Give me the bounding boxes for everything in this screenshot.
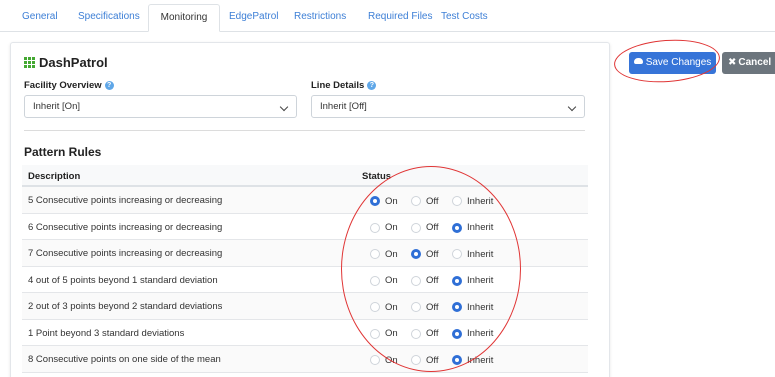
- annotation-circle-save: [612, 36, 722, 86]
- tab-general[interactable]: General: [22, 4, 58, 32]
- tab-edgepatrol[interactable]: EdgePatrol: [229, 4, 278, 32]
- rule-description: 7 Consecutive points increasing or decre…: [28, 248, 223, 259]
- panel-title: DashPatrol: [24, 55, 108, 70]
- rule-description: 1 Point beyond 3 standard deviations: [28, 327, 185, 339]
- help-icon[interactable]: ?: [367, 81, 377, 90]
- pattern-rules-title: Pattern Rules: [24, 145, 102, 159]
- radio-circle-icon: [370, 355, 380, 365]
- facility-overview-label: Facility Overview ?: [24, 80, 114, 91]
- tab-specifications[interactable]: Specifications: [78, 4, 140, 32]
- chevron-down-icon: [567, 102, 577, 112]
- tab-restrictions[interactable]: Restrictions: [294, 4, 346, 32]
- rule-description: 2 out of 3 points beyond 2 standard devi…: [28, 301, 223, 312]
- divider: [24, 130, 585, 131]
- cancel-button[interactable]: ✖ Cancel: [722, 52, 775, 74]
- close-icon: ✖: [728, 57, 737, 68]
- panel-title-text: DashPatrol: [39, 55, 108, 70]
- tab-bar: General Specifications Monitoring EdgePa…: [0, 0, 775, 32]
- rule-description: 8 Consecutive points on one side of the …: [28, 354, 221, 365]
- tab-test-costs[interactable]: Test Costs: [441, 4, 488, 32]
- facility-overview-select[interactable]: Inherit [On]: [24, 95, 297, 118]
- rule-description: 5 Consecutive points increasing or decre…: [28, 195, 223, 206]
- table-row: 8 Consecutive points on one side of the …: [22, 346, 588, 373]
- chevron-down-icon: [279, 102, 289, 112]
- table-header: Description Status: [22, 165, 588, 187]
- tab-monitoring[interactable]: Monitoring: [148, 4, 220, 32]
- rule-description: 6 Consecutive points increasing or decre…: [28, 221, 223, 233]
- annotation-circle-status: [341, 166, 521, 372]
- line-details-label: Line Details ?: [311, 80, 377, 91]
- grid-icon: [24, 57, 35, 68]
- line-details-select[interactable]: Inherit [Off]: [311, 95, 585, 118]
- tab-required-files[interactable]: Required Files: [368, 4, 432, 32]
- rule-description: 4 out of 5 points beyond 1 standard devi…: [28, 274, 218, 286]
- column-description: Description: [28, 171, 81, 182]
- help-icon[interactable]: ?: [104, 81, 114, 90]
